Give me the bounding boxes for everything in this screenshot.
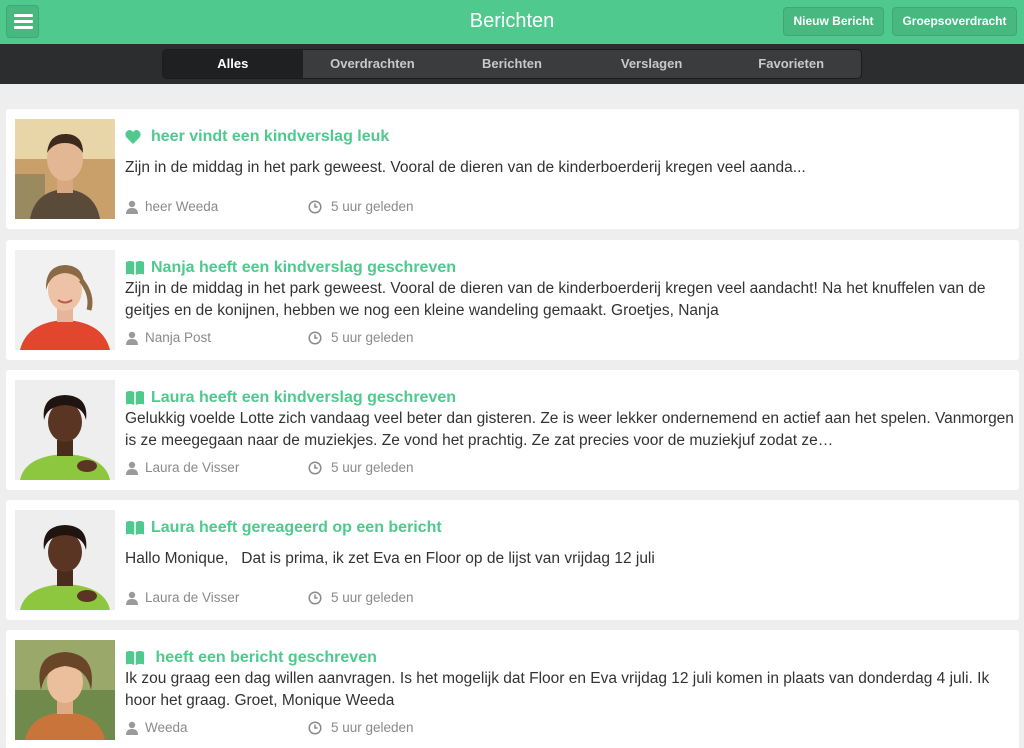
tab-overdrachten[interactable]: Overdrachten xyxy=(303,50,443,78)
clock-icon xyxy=(308,199,322,214)
message-feed: heer vindt een kindverslag leuk Zijn in … xyxy=(0,84,1024,748)
avatar xyxy=(15,380,115,480)
avatar xyxy=(15,250,115,350)
segmented-control: Alles Overdrachten Berichten Verslagen F… xyxy=(162,49,862,79)
message-title: Nanja heeft een kindverslag geschreven xyxy=(125,259,456,277)
message-title-text: Laura heeft een kindverslag geschreven xyxy=(151,389,457,406)
avatar xyxy=(15,640,115,740)
tab-alles[interactable]: Alles xyxy=(163,50,303,78)
message-meta: Laura de Visser 5 uur geleden xyxy=(125,460,414,475)
top-bar: Berichten Nieuw Bericht Groepsoverdracht xyxy=(0,0,1024,44)
clock-icon xyxy=(308,460,322,475)
new-message-button[interactable]: Nieuw Bericht xyxy=(783,7,884,36)
author-name: heer Weeda xyxy=(145,199,219,214)
user-icon xyxy=(126,200,138,214)
timestamp: 5 uur geleden xyxy=(331,199,414,214)
user-icon xyxy=(126,721,138,735)
timestamp: 5 uur geleden xyxy=(331,720,414,735)
message-body: Zijn in de middag in het park geweest. V… xyxy=(125,280,986,319)
message-card[interactable]: heeft een bericht geschreven Ik zou graa… xyxy=(6,630,1019,748)
timestamp: 5 uur geleden xyxy=(331,460,414,475)
message-title: Laura heeft een kindverslag geschreven xyxy=(125,389,456,407)
tab-favorieten[interactable]: Favorieten xyxy=(721,50,861,78)
message-title: heer vindt een kindverslag leuk xyxy=(125,128,389,146)
message-meta: heer Weeda 5 uur geleden xyxy=(125,199,414,214)
clock-icon xyxy=(308,720,322,735)
message-title: Laura heeft gereageerd op een bericht xyxy=(125,519,442,537)
message-title-text: heer vindt een kindverslag leuk xyxy=(151,128,390,145)
message-meta: Laura de Visser 5 uur geleden xyxy=(125,590,414,605)
book-icon xyxy=(126,391,144,405)
group-transfer-button[interactable]: Groepsoverdracht xyxy=(892,7,1017,36)
book-icon xyxy=(126,521,144,535)
heart-icon xyxy=(125,129,141,144)
message-body: Gelukkig voelde Lotte zich vandaag veel … xyxy=(125,410,1014,449)
author-name: Nanja Post xyxy=(145,330,212,345)
tab-berichten[interactable]: Berichten xyxy=(442,50,582,78)
message-title: heeft een bericht geschreven xyxy=(125,649,377,667)
timestamp: 5 uur geleden xyxy=(331,590,414,605)
message-title-text: heeft een bericht geschreven xyxy=(151,649,377,666)
book-icon xyxy=(126,261,144,275)
user-icon xyxy=(126,591,138,605)
author-name: Laura de Visser xyxy=(145,590,240,605)
clock-icon xyxy=(308,330,322,345)
message-meta: Weeda 5 uur geleden xyxy=(125,720,414,735)
clock-icon xyxy=(308,590,322,605)
user-icon xyxy=(126,461,138,475)
message-body: Ik zou graag een dag willen aanvragen. I… xyxy=(125,670,990,709)
avatar xyxy=(15,119,115,219)
message-card[interactable]: Laura heeft gereageerd op een bericht Ha… xyxy=(6,500,1019,620)
avatar xyxy=(15,510,115,610)
message-card[interactable]: Laura heeft een kindverslag geschreven G… xyxy=(6,370,1019,490)
message-meta: Nanja Post 5 uur geleden xyxy=(125,330,414,345)
message-card[interactable]: Nanja heeft een kindverslag geschreven Z… xyxy=(6,240,1019,360)
timestamp: 5 uur geleden xyxy=(331,330,414,345)
message-title-text: Nanja heeft een kindverslag geschreven xyxy=(151,259,457,276)
message-body: Zijn in de middag in het park geweest. V… xyxy=(125,159,806,176)
message-title-text: Laura heeft gereageerd op een bericht xyxy=(151,519,442,536)
book-icon xyxy=(126,651,144,665)
author-name: Laura de Visser xyxy=(145,460,240,475)
message-body: Hallo Monique, Dat is prima, ik zet Eva … xyxy=(125,550,655,567)
user-icon xyxy=(126,331,138,345)
tab-verslagen[interactable]: Verslagen xyxy=(582,50,722,78)
message-card[interactable]: heer vindt een kindverslag leuk Zijn in … xyxy=(6,109,1019,229)
author-name: Weeda xyxy=(145,720,188,735)
tab-bar: Alles Overdrachten Berichten Verslagen F… xyxy=(0,44,1024,84)
